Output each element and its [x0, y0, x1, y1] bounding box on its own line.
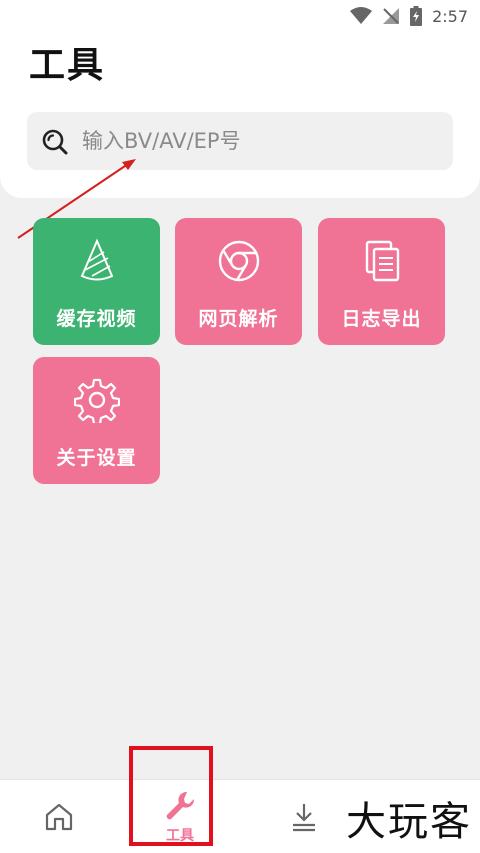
tool-web-parse[interactable]: 网页解析 [175, 218, 302, 345]
page-title: 工具 [29, 45, 106, 86]
gear-icon [73, 378, 120, 423]
status-time: 2:57 [432, 6, 468, 26]
status-bar: 2:57 [350, 6, 468, 26]
tool-cache-video[interactable]: 缓存视频 [33, 218, 160, 345]
download-icon [293, 804, 315, 832]
watermark: 大玩客 [346, 799, 472, 845]
nav-home[interactable] [38, 780, 80, 853]
no-signal-icon [383, 8, 400, 24]
annotation-highlight-box [129, 746, 213, 846]
tool-label: 缓存视频 [56, 308, 137, 330]
tool-log-export[interactable]: 日志导出 [318, 218, 445, 345]
tool-label: 网页解析 [198, 308, 279, 330]
zongzi-icon [80, 238, 113, 281]
chrome-icon [218, 240, 259, 282]
home-icon [45, 803, 73, 831]
nav-download[interactable] [286, 780, 322, 853]
search-icon [42, 129, 68, 155]
wifi-icon [350, 7, 373, 24]
tool-label: 关于设置 [56, 447, 137, 469]
tool-about-settings[interactable]: 关于设置 [33, 357, 160, 484]
header-card: 工具 [0, 0, 480, 198]
search-box[interactable] [27, 112, 453, 170]
tool-label: 日志导出 [341, 308, 422, 330]
battery-charging-icon [410, 6, 423, 26]
documents-icon [365, 240, 399, 282]
search-input[interactable] [82, 125, 437, 157]
